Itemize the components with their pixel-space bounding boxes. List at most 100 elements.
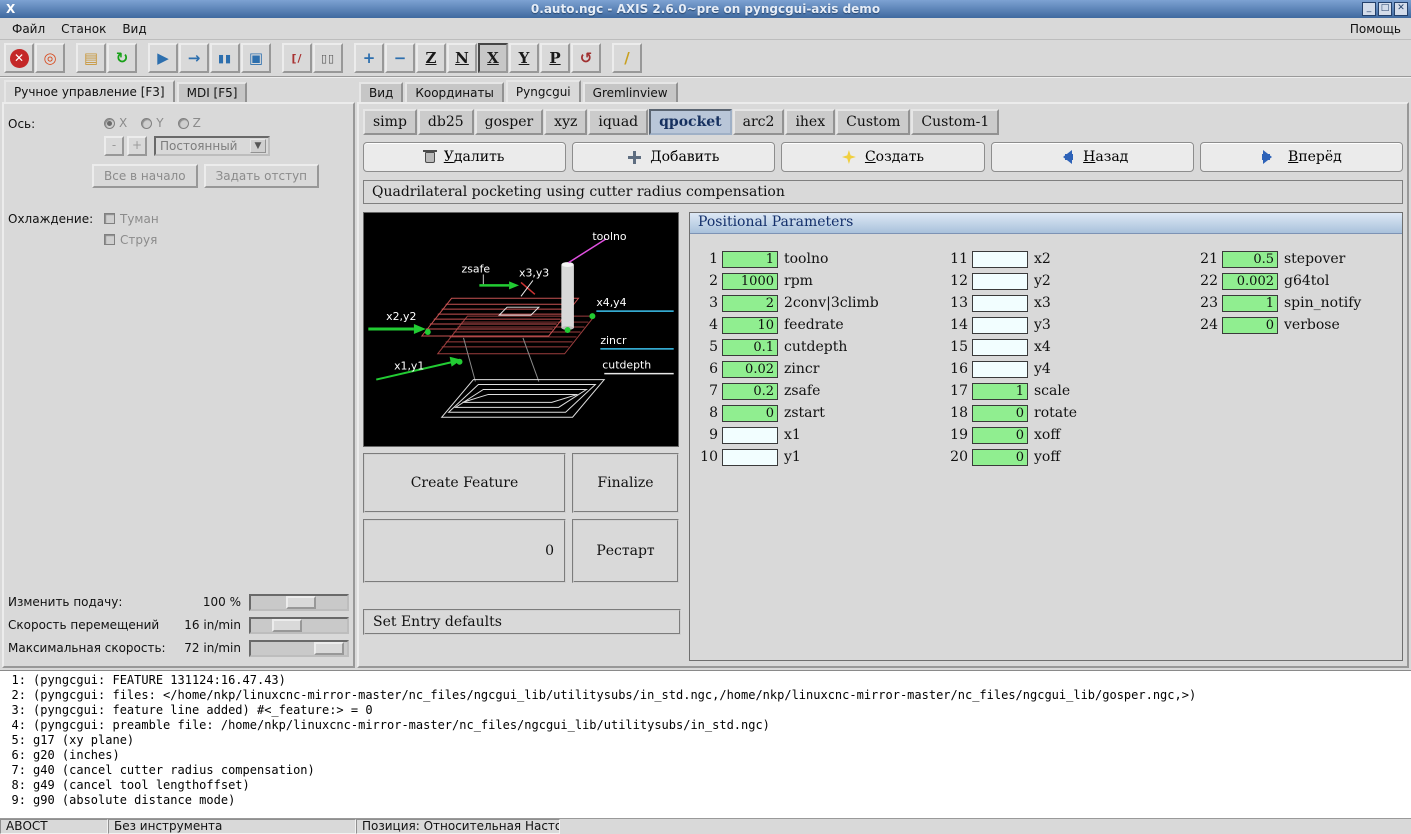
create-feature-button[interactable]: Create Feature [363,453,566,513]
param-entry-x3[interactable] [972,294,1028,312]
axis-radio-z[interactable]: Z [177,116,201,130]
menu-machine[interactable]: Станок [53,20,114,38]
subtab-gosper[interactable]: gosper [474,109,544,135]
axis-radio-y[interactable]: Y [141,116,164,130]
param-entry-spin_notify[interactable]: 1 [1222,294,1278,312]
tab-preview[interactable]: Вид [359,82,404,102]
max-velocity-slider[interactable] [249,639,349,657]
action-forward-button[interactable]: Вперёд [1199,142,1404,172]
param-entry-g64tol[interactable]: 0.002 [1222,272,1278,290]
close-button[interactable]: ✕ [1394,2,1408,16]
subtab-ihex[interactable]: ihex [785,109,836,135]
subtab-db25[interactable]: db25 [417,109,474,135]
gcode-output-terminal[interactable]: 1: (pyngcgui: FEATURE 131124:16.47.43) 2: (… [0,670,1411,818]
jog-plus-button[interactable]: + [127,135,147,156]
run-program-button[interactable]: ▶ [148,43,178,73]
param-number: 2 [709,273,718,289]
slider-handle[interactable] [272,618,303,632]
subtab-Custom-1[interactable]: Custom-1 [911,109,1000,135]
param-entry-y1[interactable] [722,448,778,466]
rotate-view-button[interactable]: ↺ [571,43,601,73]
skip-lines-button[interactable]: [/ [282,43,312,73]
rotate-view-icon: ↺ [579,48,593,67]
param-entry-zstart[interactable]: 0 [722,404,778,422]
tab-gremlinview[interactable]: Gremlinview [582,82,678,102]
param-entry-y4[interactable] [972,360,1028,378]
manual-control-body: Ось: X Y Z - + Постоянный ▼ Все в начало З… [2,102,355,668]
menu-view[interactable]: Вид [114,20,154,38]
param-row-scale: 17 1 scale [944,380,1194,402]
optional-pause-button[interactable]: ▯▯ [313,43,343,73]
param-entry-scale[interactable]: 1 [972,382,1028,400]
slider-handle[interactable] [285,595,316,609]
stop-program-button[interactable]: ▣ [241,43,271,73]
action-delete-button[interactable]: Удалить [363,142,567,172]
maximize-button[interactable]: □ [1378,2,1392,16]
param-entry-cutdepth[interactable]: 0.1 [722,338,778,356]
machine-power-button[interactable]: ◎ [35,43,65,73]
menu-file[interactable]: Файл [4,20,53,38]
axis-radio-x[interactable]: X [104,116,127,130]
axis-label: Ось: [8,116,36,131]
param-entry-yoff[interactable]: 0 [972,448,1028,466]
action-add-button[interactable]: Добавить [572,142,776,172]
step-line-button[interactable]: → [179,43,209,73]
slider-handle[interactable] [314,641,345,655]
view-top-rotated-button[interactable]: N [447,43,477,73]
param-entry-x2[interactable] [972,250,1028,268]
tab-manual[interactable]: Ручное управление [F3] [4,80,175,102]
param-entry-2conv|3climb[interactable]: 2 [722,294,778,312]
pause-program-button[interactable]: ▮▮ [210,43,240,73]
view-front-button[interactable]: Y [509,43,539,73]
subtab-qpocket[interactable]: qpocket [649,109,732,135]
zoom-in-button[interactable]: + [354,43,384,73]
action-back-button[interactable]: Назад [990,142,1194,172]
subtab-simp[interactable]: simp [363,109,417,135]
jog-speed-slider[interactable] [249,616,349,634]
estop-button[interactable]: ✕ [4,43,34,73]
param-entry-xoff[interactable]: 0 [972,426,1028,444]
tab-pyngcgui[interactable]: Pyngcgui [505,80,581,102]
param-entry-x1[interactable] [722,426,778,444]
action-create-button[interactable]: Создать [781,142,985,172]
minimize-button[interactable]: _ [1362,2,1376,16]
restart-button[interactable]: Рестарт [572,519,679,583]
param-entry-feedrate[interactable]: 10 [722,316,778,334]
open-file-button[interactable]: ▤ [76,43,106,73]
finalize-button[interactable]: Finalize [572,453,679,513]
subtab-arc2[interactable]: arc2 [732,109,785,135]
view-top-button[interactable]: Z [416,43,446,73]
coolant-mist-checkbox[interactable]: Туман [104,212,159,226]
titlebar[interactable]: X 0.auto.ngc - AXIS 2.6.0~pre on pyngcgu… [0,0,1411,18]
zoom-out-button[interactable]: − [385,43,415,73]
menu-help[interactable]: Помощь [1344,20,1407,38]
clear-plot-button[interactable]: / [612,43,642,73]
set-entry-defaults-button[interactable]: Set Entry defaults [363,609,681,635]
set-offset-button[interactable]: Задать отступ [203,163,320,188]
view-side-button[interactable]: X [478,43,508,73]
reload-file-icon: ↻ [115,48,129,67]
subtab-xyz[interactable]: xyz [544,109,588,135]
view-perspective-button[interactable]: P [540,43,570,73]
param-entry-stepover[interactable]: 0.5 [1222,250,1278,268]
param-entry-zsafe[interactable]: 0.2 [722,382,778,400]
subtab-Custom[interactable]: Custom [836,109,911,135]
param-row-2conv|3climb: 3 2 2conv|3climb [694,292,944,314]
param-entry-toolno[interactable]: 1 [722,250,778,268]
tab-dro[interactable]: Координаты [405,82,504,102]
param-entry-zincr[interactable]: 0.02 [722,360,778,378]
jog-minus-button[interactable]: - [104,135,124,156]
param-entry-rpm[interactable]: 1000 [722,272,778,290]
feed-override-slider[interactable] [249,593,349,611]
jog-mode-combobox[interactable]: Постоянный ▼ [154,135,270,156]
subtab-iquad[interactable]: iquad [588,109,649,135]
param-entry-y3[interactable] [972,316,1028,334]
param-entry-y2[interactable] [972,272,1028,290]
coolant-flood-checkbox[interactable]: Струя [104,233,159,247]
param-entry-verbose[interactable]: 0 [1222,316,1278,334]
param-entry-x4[interactable] [972,338,1028,356]
param-entry-rotate[interactable]: 0 [972,404,1028,422]
tab-mdi[interactable]: MDI [F5] [176,82,248,102]
home-all-button[interactable]: Все в начало [92,163,198,188]
reload-file-button[interactable]: ↻ [107,43,137,73]
